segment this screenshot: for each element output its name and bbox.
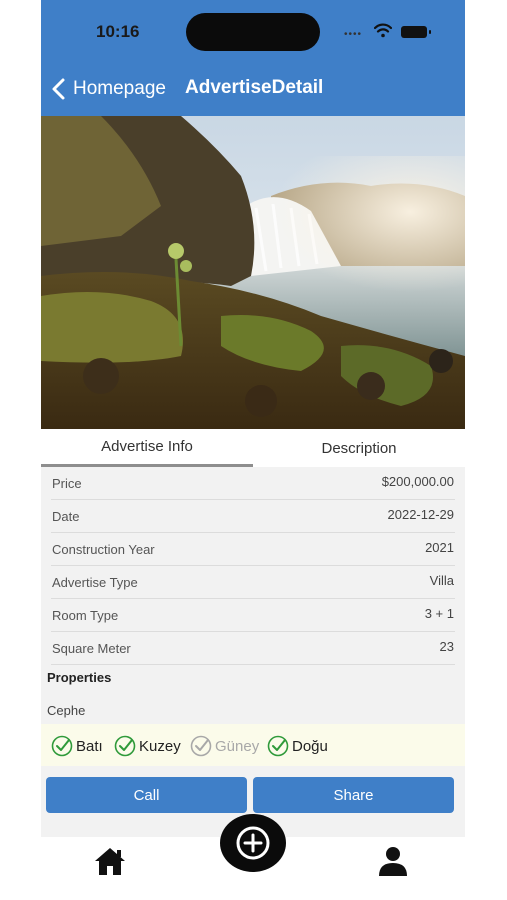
price-label: Price xyxy=(52,476,82,491)
checkbox-guney[interactable]: Güney xyxy=(190,735,259,757)
construction-year-value: 2021 xyxy=(425,540,454,555)
construction-year-label: Construction Year xyxy=(52,542,155,557)
battery-icon xyxy=(401,26,431,38)
add-circle-icon xyxy=(236,826,270,860)
detail-row-price: Price $200,000.00 xyxy=(51,467,455,500)
waterfall-image xyxy=(41,116,465,429)
phone-screen: 10:16 •••• Homepage AdvertiseDetail Adve… xyxy=(41,0,465,900)
advertise-info-panel: Price $200,000.00 Date 2022-12-29 Constr… xyxy=(41,467,465,837)
wifi-icon xyxy=(374,23,392,38)
date-label: Date xyxy=(52,509,80,524)
chevron-left-icon xyxy=(52,78,65,100)
check-circle-icon xyxy=(267,735,289,757)
check-circle-icon xyxy=(190,735,212,757)
check-circle-icon xyxy=(114,735,136,757)
direction-checkboxes: Batı Kuzey Güney Doğu xyxy=(41,724,465,766)
check-circle-icon xyxy=(51,735,73,757)
user-icon[interactable] xyxy=(377,844,409,878)
status-time: 10:16 xyxy=(96,22,140,41)
call-button[interactable]: Call xyxy=(46,777,247,813)
date-value: 2022-12-29 xyxy=(387,507,455,522)
properties-heading: Properties xyxy=(47,670,112,685)
tab-description[interactable]: Description xyxy=(253,429,465,467)
add-advert-button[interactable] xyxy=(220,814,286,872)
price-value: $200,000.00 xyxy=(381,474,454,489)
direction-label-kuzey: Kuzey xyxy=(139,737,181,755)
dynamic-island xyxy=(186,13,320,51)
direction-label-dogu: Doğu xyxy=(292,737,328,755)
back-label: Homepage xyxy=(73,78,166,99)
home-icon[interactable] xyxy=(93,844,127,878)
detail-row-date: Date 2022-12-29 xyxy=(51,500,455,533)
detail-tabs: Advertise Info Description xyxy=(41,429,465,467)
tab-advertise-info[interactable]: Advertise Info xyxy=(41,429,253,467)
advertise-type-value: Villa xyxy=(429,573,454,588)
detail-row-square-meter: Square Meter 23 xyxy=(51,632,455,665)
room-type-value: 3 + 1 xyxy=(424,606,454,621)
share-button[interactable]: Share xyxy=(253,777,454,813)
header-bar: 10:16 •••• Homepage AdvertiseDetail xyxy=(41,0,465,116)
room-type-label: Room Type xyxy=(52,608,119,623)
page-title: AdvertiseDetail xyxy=(185,77,324,98)
detail-row-room-type: Room Type 3 + 1 xyxy=(51,599,455,632)
checkbox-kuzey[interactable]: Kuzey xyxy=(114,735,181,757)
direction-label-guney: Güney xyxy=(215,737,260,755)
square-meter-value: 23 xyxy=(439,639,454,654)
cellular-signal-icon: •••• xyxy=(344,29,363,40)
square-meter-label: Square Meter xyxy=(52,641,131,656)
advertise-photo xyxy=(41,116,465,429)
properties-group-label: Cephe xyxy=(47,703,86,718)
detail-row-advertise-type: Advertise Type Villa xyxy=(51,566,455,599)
checkbox-dogu[interactable]: Doğu xyxy=(267,735,328,757)
direction-label-bati: Batı xyxy=(76,737,103,755)
checkbox-bati[interactable]: Batı xyxy=(51,735,103,757)
advertise-type-label: Advertise Type xyxy=(52,575,138,590)
back-button[interactable]: Homepage xyxy=(49,76,166,102)
detail-row-construction-year: Construction Year 2021 xyxy=(51,533,455,566)
